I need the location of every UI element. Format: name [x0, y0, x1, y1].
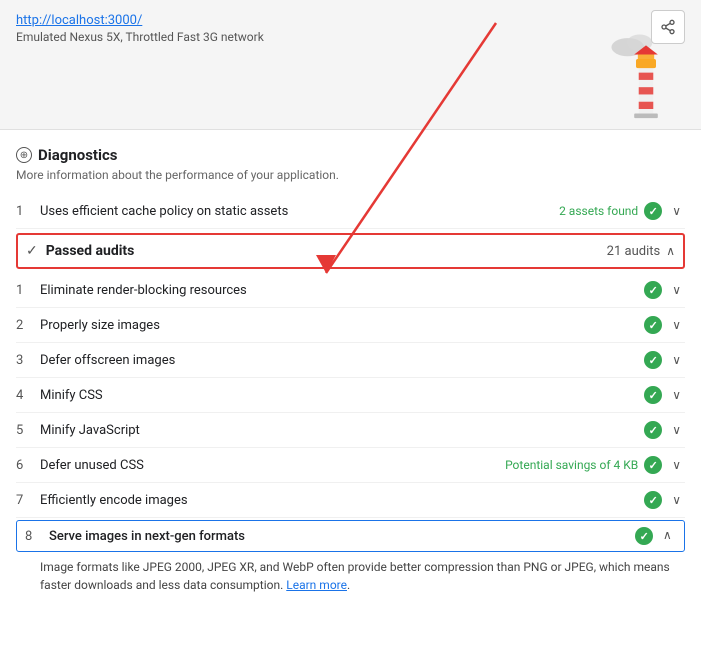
header-subtitle: Emulated Nexus 5X, Throttled Fast 3G net… [16, 30, 685, 44]
audit-row-5: 5 Minify JavaScript ∨ [16, 413, 685, 448]
audit-row-8-container: 8 Serve images in next-gen formats ∨ Ima… [16, 520, 685, 600]
chevron-2[interactable]: ∨ [668, 316, 685, 334]
audit-row-8: 8 Serve images in next-gen formats ∨ [16, 520, 685, 552]
chevron-8[interactable]: ∨ [659, 527, 676, 545]
audit-label-cache: Uses efficient cache policy on static as… [40, 204, 559, 219]
audit-row-1: 1 Eliminate render-blocking resources ∨ [16, 273, 685, 308]
check-7 [644, 491, 662, 509]
chevron-5[interactable]: ∨ [668, 421, 685, 439]
chevron-4[interactable]: ∨ [668, 386, 685, 404]
check-8 [635, 527, 653, 545]
audit-label-4: Minify CSS [40, 388, 644, 403]
audit-num-8: 8 [25, 529, 49, 544]
audit-label-7: Efficiently encode images [40, 493, 644, 508]
passed-count: 21 audits [607, 244, 661, 259]
diagnostics-icon: ⊕ [16, 147, 32, 163]
passed-audits-header[interactable]: ✓ Passed audits 21 audits ∧ [16, 233, 685, 269]
audit-meta-cache: 2 assets found [559, 204, 638, 218]
diagnostics-header: ⊕ Diagnostics [16, 146, 685, 164]
learn-more-link[interactable]: Learn more [286, 578, 347, 592]
chevron-3[interactable]: ∨ [668, 351, 685, 369]
audit-label-5: Minify JavaScript [40, 423, 644, 438]
audit-list-wrapper: 1 Eliminate render-blocking resources ∨ … [16, 273, 685, 600]
audit-num-2: 2 [16, 318, 40, 333]
audit-label-8: Serve images in next-gen formats [49, 529, 635, 544]
audit-num-7: 7 [16, 493, 40, 508]
passed-label: Passed audits [46, 243, 607, 259]
audit-row-3: 3 Defer offscreen images ∨ [16, 343, 685, 378]
share-icon [660, 19, 676, 35]
audit-label-1: Eliminate render-blocking resources [40, 283, 644, 298]
url-link[interactable]: http://localhost:3000/ [16, 13, 142, 28]
audit-label-3: Defer offscreen images [40, 353, 644, 368]
row-8-description: Image formats like JPEG 2000, JPEG XR, a… [16, 554, 685, 600]
audit-num-6: 6 [16, 458, 40, 473]
diagnostics-description: More information about the performance o… [16, 168, 685, 182]
audit-num-4: 4 [16, 388, 40, 403]
check-3 [644, 351, 662, 369]
check-2 [644, 316, 662, 334]
check-6 [644, 456, 662, 474]
audit-label-2: Properly size images [40, 318, 644, 333]
audit-num-1: 1 [16, 283, 40, 298]
diagnostics-title: Diagnostics [38, 146, 117, 164]
audit-row-7: 7 Efficiently encode images ∨ [16, 483, 685, 518]
lighthouse-logo [611, 29, 681, 129]
audit-num-5: 5 [16, 423, 40, 438]
audit-number-1: 1 [16, 204, 40, 219]
check-icon-cache [644, 202, 662, 220]
main-content: ⊕ Diagnostics More information about the… [0, 130, 701, 616]
chevron-1[interactable]: ∨ [668, 281, 685, 299]
audit-label-6: Defer unused CSS [40, 458, 505, 473]
chevron-cache[interactable]: ∨ [668, 202, 685, 220]
header-section: http://localhost:3000/ Emulated Nexus 5X… [0, 0, 701, 130]
check-1 [644, 281, 662, 299]
audit-row-4: 4 Minify CSS ∨ [16, 378, 685, 413]
audit-num-3: 3 [16, 353, 40, 368]
chevron-6[interactable]: ∨ [668, 456, 685, 474]
audit-row-2: 2 Properly size images ∨ [16, 308, 685, 343]
check-5 [644, 421, 662, 439]
check-4 [644, 386, 662, 404]
passed-checkmark: ✓ [26, 243, 38, 259]
share-button[interactable] [651, 10, 685, 44]
chevron-7[interactable]: ∨ [668, 491, 685, 509]
audit-row-6: 6 Defer unused CSS Potential savings of … [16, 448, 685, 483]
audit-row-cache: 1 Uses efficient cache policy on static … [16, 194, 685, 229]
audit-meta-6: Potential savings of 4 KB [505, 458, 638, 472]
chevron-passed[interactable]: ∧ [666, 244, 675, 258]
